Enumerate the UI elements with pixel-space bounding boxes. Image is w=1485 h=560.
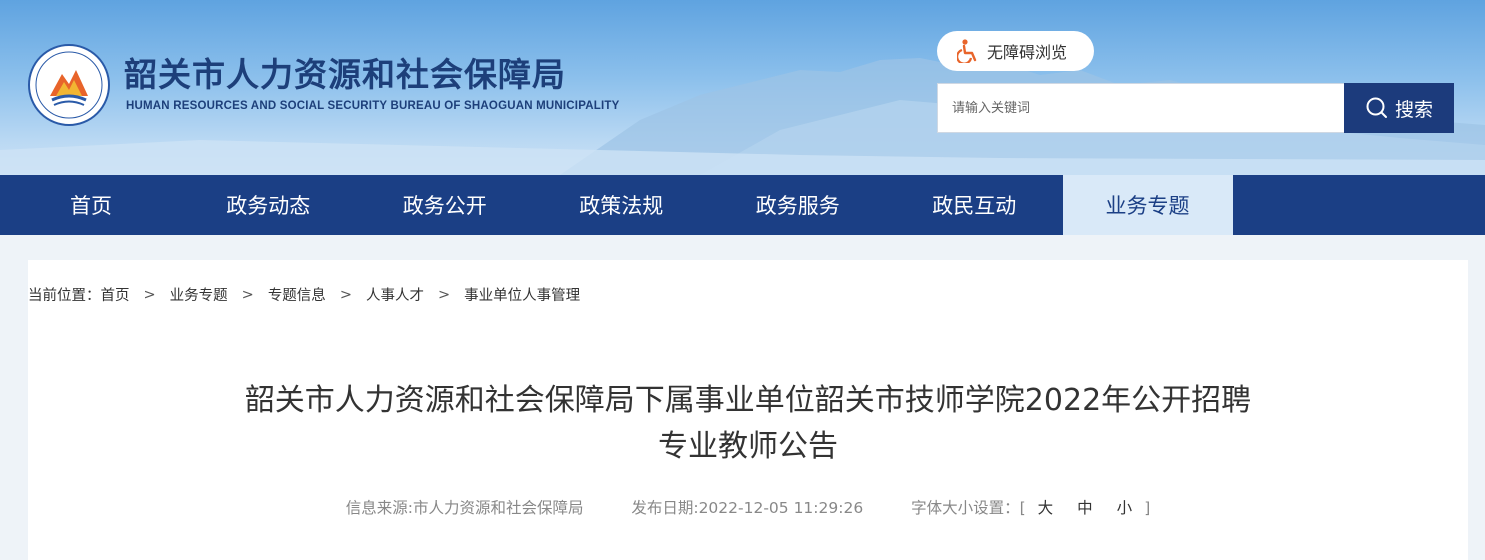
accessibility-label: 无障碍浏览 xyxy=(987,43,1068,62)
search-button-label: 搜索 xyxy=(1394,98,1433,121)
breadcrumb-separator: > xyxy=(241,286,254,303)
accessibility-button[interactable]: 无障碍浏览 xyxy=(937,31,1094,71)
article-title: 韶关市人力资源和社会保障局下属事业单位韶关市技师学院2022年公开招聘 专业教师… xyxy=(28,378,1468,470)
nav-item-topics[interactable]: 业务专题 xyxy=(1062,175,1233,235)
breadcrumb: 当前位置： 首页 > 业务专题 > 专题信息 > 人事人才 > 事业单位人事管理 xyxy=(28,284,580,305)
nav-item-services[interactable]: 政务服务 xyxy=(710,175,887,235)
article-meta: 信息来源:市人力资源和社会保障局 发布日期:2022-12-05 11:29:2… xyxy=(28,496,1468,518)
article-source: 信息来源:市人力资源和社会保障局 xyxy=(345,499,584,517)
breadcrumb-item-topic-info[interactable]: 专题信息 xyxy=(268,284,326,305)
main-nav: 首页 政务动态 政务公开 政策法规 政务服务 政民互动 业务专题 xyxy=(0,175,1485,235)
article-title-line2: 专业教师公告 xyxy=(658,429,838,464)
breadcrumb-separator: > xyxy=(437,286,451,303)
font-size-large-button[interactable]: 大 xyxy=(1026,499,1066,517)
font-size-small-button[interactable]: 小 xyxy=(1105,499,1145,517)
font-size-bracket-close: ] xyxy=(1144,499,1151,517)
nav-item-news[interactable]: 政务动态 xyxy=(180,175,357,235)
article-date: 发布日期:2022-12-05 11:29:26 xyxy=(631,499,864,517)
breadcrumb-prefix: 当前位置： xyxy=(28,288,101,304)
search-icon xyxy=(1366,97,1387,118)
breadcrumb-item-personnel[interactable]: 人事人才 xyxy=(366,284,424,305)
nav-item-home[interactable]: 首页 xyxy=(30,175,180,235)
breadcrumb-item-home[interactable]: 首页 xyxy=(101,284,130,305)
breadcrumb-separator: > xyxy=(143,286,156,303)
nav-item-interaction[interactable]: 政民互动 xyxy=(886,175,1063,235)
bureau-emblem-icon xyxy=(28,44,110,126)
font-size-label: 字体大小设置： xyxy=(911,499,1020,517)
header-banner: 韶关市人力资源和社会保障局 HUMAN RESOURCES AND SOCIAL… xyxy=(0,0,1485,175)
search-button[interactable]: 搜索 xyxy=(1344,83,1454,133)
breadcrumb-separator: > xyxy=(339,286,352,303)
site-title: 韶关市人力资源和社会保障局 xyxy=(124,55,566,94)
nav-item-disclosure[interactable]: 政务公开 xyxy=(357,175,534,235)
wheelchair-icon xyxy=(957,39,977,63)
search-input[interactable] xyxy=(937,83,1345,133)
font-size-medium-button[interactable]: 中 xyxy=(1065,499,1105,517)
font-size-bracket-open: [ xyxy=(1019,499,1026,517)
article-title-line1: 韶关市人力资源和社会保障局下属事业单位韶关市技师学院2022年公开招聘 xyxy=(244,383,1252,418)
site-subtitle: HUMAN RESOURCES AND SOCIAL SECURITY BURE… xyxy=(126,100,620,112)
breadcrumb-item-institution-hr[interactable]: 事业单位人事管理 xyxy=(464,284,580,305)
article-panel: 当前位置： 首页 > 业务专题 > 专题信息 > 人事人才 > 事业单位人事管理… xyxy=(28,260,1468,560)
breadcrumb-item-topics[interactable]: 业务专题 xyxy=(170,284,228,305)
nav-item-policies[interactable]: 政策法规 xyxy=(533,175,710,235)
